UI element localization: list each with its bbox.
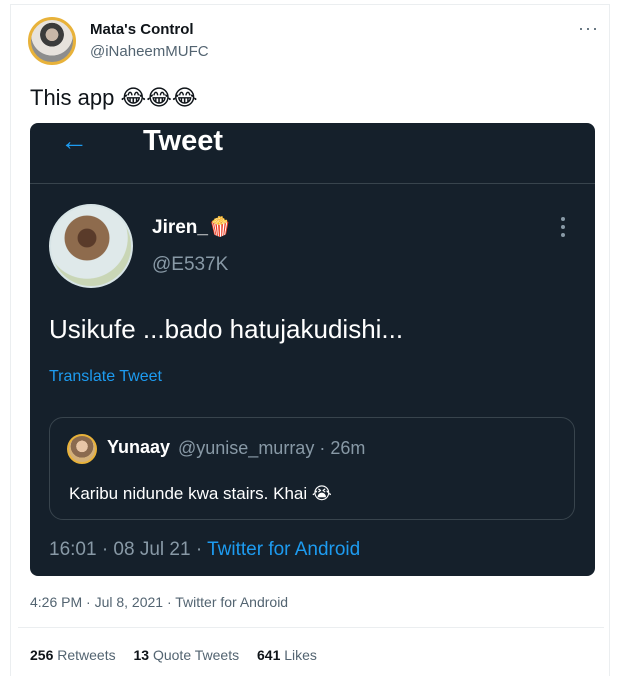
screenshot-header-title: Tweet [143, 125, 224, 157]
quote-tweets-label: Quote Tweets [152, 647, 240, 663]
tweet-time-source[interactable]: 4:26 PM · Jul 8, 2021 · Twitter for Andr… [30, 594, 288, 610]
author-avatar[interactable] [28, 17, 76, 65]
author-display-name[interactable]: Mata's Control [90, 21, 194, 38]
quoted-user-name: Yunaay [107, 437, 171, 457]
author-handle[interactable]: @iNaheemMUFC [90, 43, 209, 60]
quoted-user-handle-time: @yunise_murray · 26m [178, 438, 366, 458]
screenshot-source: Twitter for Android [207, 539, 361, 560]
retweets-count: 256 [30, 647, 54, 663]
screenshot-user-name-text: Jiren_ [152, 217, 208, 238]
stats-divider [18, 627, 604, 628]
tweet-text-body: This app [30, 85, 115, 110]
screenshot-more-icon [557, 217, 569, 241]
quoted-tweet-body: Karibu nidunde kwa stairs. Khai [69, 484, 308, 503]
retweets-stat[interactable]: 256 Retweets [30, 647, 120, 663]
quoted-tweet: Yunaay @yunise_murray · 26m Karibu nidun… [49, 417, 575, 520]
quoted-user-avatar [67, 434, 97, 464]
screenshot-user-name: Jiren_🍿 [152, 215, 232, 239]
screenshot-timestamp-text: 16:01 · 08 Jul 21 · [49, 539, 208, 560]
crying-emoji: 😭 [311, 484, 332, 503]
screenshot-timestamp: 16:01 · 08 Jul 21 · Twitter for Android [49, 539, 360, 561]
retweets-label: Retweets [57, 647, 116, 663]
quoted-tweet-text: Karibu nidunde kwa stairs. Khai 😭 [69, 484, 332, 504]
quote-tweets-stat[interactable]: 13 Quote Tweets [134, 647, 244, 663]
likes-count: 641 [257, 647, 281, 663]
likes-label: Likes [284, 647, 317, 663]
screenshot-tweet-body: Usikufe ...bado hatujakudishi... [49, 314, 404, 344]
attached-screenshot[interactable]: ← Tweet Jiren_🍿 @E537K Usikufe ...bado h… [30, 123, 595, 576]
back-arrow-icon: ← [60, 125, 88, 156]
popcorn-emoji: 🍿 [207, 217, 232, 238]
screenshot-user-handle: @E537K [152, 254, 229, 275]
screenshot-user-avatar [49, 204, 133, 288]
likes-stat[interactable]: 641 Likes [257, 647, 317, 663]
laughing-emoji: 😂😂😂 [120, 85, 198, 110]
tweet-stats: 256 Retweets 13 Quote Tweets 641 Likes [30, 647, 331, 663]
more-dots-icon[interactable]: ··· [578, 18, 599, 39]
tweet-text: This app 😂😂😂 [30, 85, 198, 111]
screenshot-divider [30, 183, 595, 184]
quote-tweets-count: 13 [133, 647, 150, 663]
translate-tweet-link: Translate Tweet [49, 368, 162, 385]
